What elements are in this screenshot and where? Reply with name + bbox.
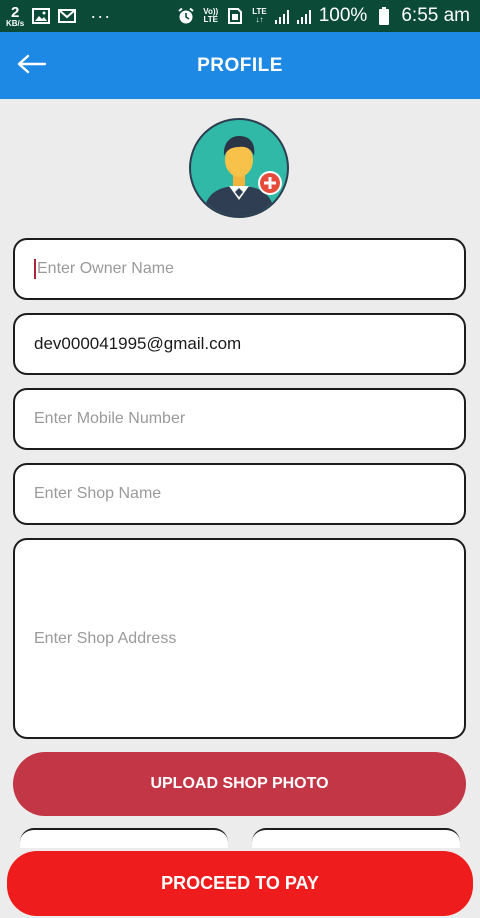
status-bar: 2 KB/s ··· Vo)) LTE LTE ↓↑ 100% 6:55 am [0, 0, 480, 32]
proceed-to-pay-button[interactable]: PROCEED TO PAY [7, 851, 473, 916]
owner-name-placeholder: Enter Owner Name [37, 260, 174, 277]
lte-label-bottom: ↓↑ [255, 15, 264, 24]
more-dots-icon: ··· [90, 5, 112, 26]
battery-percent: 100% [318, 5, 368, 26]
status-bar-left: 2 KB/s ··· [6, 5, 111, 28]
owner-name-field[interactable]: Enter Owner Name [13, 238, 466, 300]
volte-indicator: Vo)) LTE [203, 8, 218, 24]
shop-name-field[interactable]: Enter Shop Name [13, 463, 466, 525]
data-rate-value: 2 [10, 3, 20, 21]
alarm-icon [177, 7, 195, 24]
image-icon [32, 8, 51, 24]
shop-address-field[interactable]: Enter Shop Address [13, 538, 466, 739]
sim-card-icon [226, 8, 244, 24]
profile-avatar-picker[interactable] [189, 118, 291, 220]
partial-field-right [252, 828, 460, 848]
shop-name-placeholder: Enter Shop Name [34, 485, 162, 502]
gmail-icon [58, 8, 77, 24]
plus-circle-icon [257, 170, 283, 201]
email-value: dev000041995@gmail.com [34, 334, 242, 353]
shop-address-placeholder: Enter Shop Address [34, 629, 177, 647]
volte-label-bottom: LTE [203, 15, 218, 24]
email-field[interactable]: dev000041995@gmail.com [13, 313, 466, 375]
data-rate-indicator: 2 KB/s [6, 5, 24, 28]
upload-shop-photo-button[interactable]: UPLOAD SHOP PHOTO [13, 752, 466, 816]
lte-indicator: LTE ↓↑ [252, 8, 267, 24]
mobile-number-field[interactable]: Enter Mobile Number [13, 388, 466, 450]
back-button[interactable] [16, 50, 48, 82]
data-rate-unit: KB/s [6, 18, 25, 28]
signal-strength-icon-1 [274, 8, 289, 24]
partial-field-left [20, 828, 228, 848]
app-bar: PROFILE [0, 32, 480, 99]
battery-icon [375, 7, 393, 25]
status-bar-right: Vo)) LTE LTE ↓↑ 100% 6:55 am [177, 5, 470, 27]
mobile-number-placeholder: Enter Mobile Number [34, 410, 186, 427]
clock-time: 6:55 am [401, 5, 470, 26]
arrow-left-icon [17, 54, 47, 79]
text-cursor [34, 259, 36, 279]
user-avatar-icon [189, 118, 289, 218]
page-title: PROFILE [197, 54, 283, 76]
signal-strength-icon-2 [296, 8, 311, 24]
